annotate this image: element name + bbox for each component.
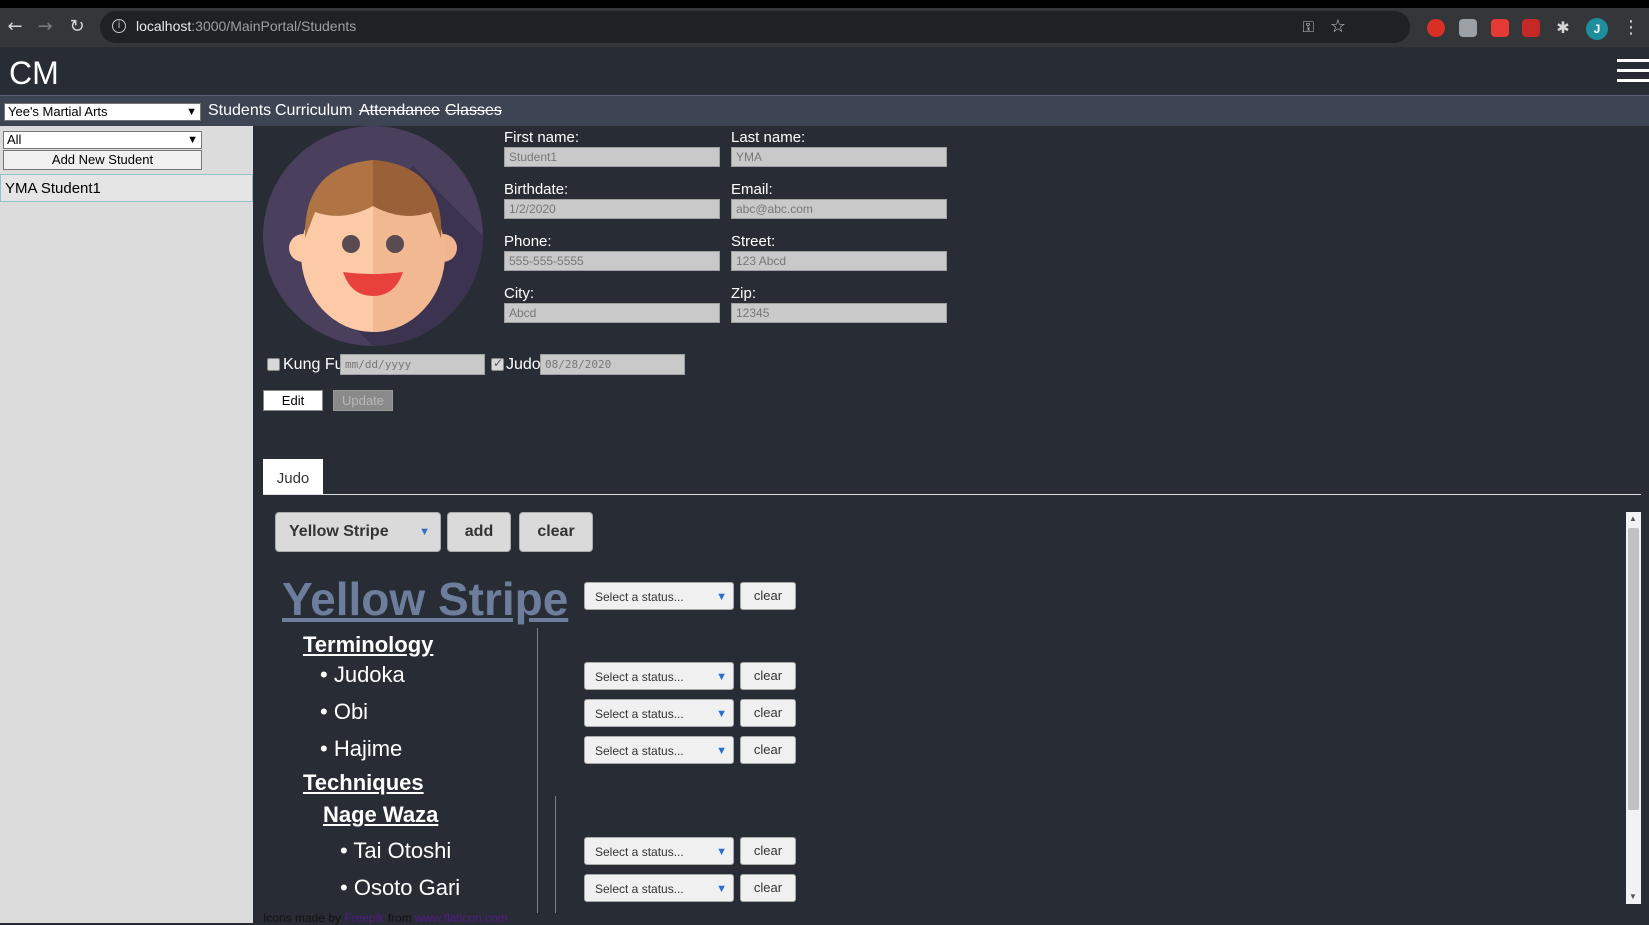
student-filter-select[interactable]: All ▼: [3, 131, 202, 149]
chevron-down-icon: ▼: [187, 134, 198, 146]
street-label: Street:: [731, 233, 776, 250]
section-title[interactable]: Nage Waza: [323, 802, 438, 828]
password-key-icon[interactable]: ⚿: [1303, 18, 1314, 36]
status-select[interactable]: Select a status... ▼: [584, 837, 734, 865]
last-name-label: Last name:: [731, 129, 806, 146]
email-input[interactable]: abc@abc.com: [731, 199, 947, 219]
browser-menu-icon[interactable]: ⋮: [1622, 17, 1640, 38]
chevron-down-icon: ▼: [716, 591, 727, 603]
clear-button[interactable]: clear: [740, 736, 796, 764]
site-info-icon[interactable]: i: [112, 19, 126, 33]
street-input[interactable]: 123 Abcd: [731, 251, 947, 271]
list-item: • Tai Otoshi: [340, 838, 452, 863]
main-nav: Yee's Martial Arts ▼ Students Curriculum …: [0, 95, 1649, 126]
reload-icon[interactable]: ↻: [66, 16, 88, 38]
url-text[interactable]: localhost:3000/MainPortal/Students: [136, 18, 356, 34]
list-item: • Judoka: [320, 662, 405, 687]
kung-fu-date-input[interactable]: mm/dd/yyyy: [340, 354, 485, 375]
extensions-puzzle-icon[interactable]: ✱: [1552, 17, 1574, 39]
clear-button[interactable]: clear: [740, 662, 796, 690]
status-select[interactable]: Select a status... ▼: [584, 736, 734, 764]
rank-select[interactable]: Yellow Stripe ▼: [275, 512, 441, 552]
list-item: • Obi: [320, 699, 369, 724]
window-top-strip: [0, 0, 1649, 8]
first-name-label: First name:: [504, 129, 580, 146]
status-select[interactable]: Select a status... ▼: [584, 662, 734, 690]
chevron-down-icon: ▼: [716, 883, 727, 895]
nav-students[interactable]: Students: [208, 102, 271, 120]
browser-toolbar: ← → ↻ i localhost:3000/MainPortal/Studen…: [0, 8, 1649, 47]
status-select[interactable]: Select a status... ▼: [584, 699, 734, 727]
judo-date-input[interactable]: 08/28/2020: [540, 354, 685, 375]
nav-attendance[interactable]: Attendance: [359, 102, 440, 120]
extension-shield-icon[interactable]: [1427, 19, 1445, 37]
clear-button[interactable]: clear: [740, 582, 796, 610]
edit-button[interactable]: Edit: [263, 390, 323, 411]
hamburger-menu-icon[interactable]: [1617, 59, 1649, 83]
profile-avatar[interactable]: J: [1586, 18, 1608, 40]
phone-label: Phone:: [504, 233, 552, 250]
student-avatar-icon: [263, 126, 483, 346]
chevron-down-icon: ▼: [419, 526, 430, 538]
update-button[interactable]: Update: [333, 390, 393, 411]
clear-rank-button[interactable]: clear: [519, 512, 593, 552]
kung-fu-checkbox[interactable]: [267, 358, 280, 371]
phone-input[interactable]: 555-555-5555: [504, 251, 720, 271]
student-sidebar: All ▼ Add New Student YMA Student1: [0, 126, 253, 923]
tab-judo[interactable]: Judo: [263, 459, 323, 495]
scrollbar-thumb[interactable]: [1628, 528, 1639, 810]
app-header: CM: [0, 47, 1649, 95]
kung-fu-label: Kung Fu: [283, 356, 344, 373]
zip-input[interactable]: 12345: [731, 303, 947, 323]
tree-guide-line: [537, 628, 538, 913]
last-name-input[interactable]: YMA: [731, 147, 947, 167]
bookmark-star-icon[interactable]: ☆: [1330, 16, 1346, 37]
extension-grey-icon[interactable]: [1459, 19, 1477, 37]
scroll-down-icon[interactable]: ▼: [1629, 892, 1637, 901]
chevron-down-icon: ▼: [716, 708, 727, 720]
birthdate-label: Birthdate:: [504, 181, 569, 198]
extension-red-badge-icon[interactable]: [1491, 19, 1509, 37]
student-list-item[interactable]: YMA Student1: [0, 174, 253, 202]
tab-divider: [263, 494, 1641, 495]
extension-red-square-icon[interactable]: [1522, 19, 1540, 37]
status-select[interactable]: Select a status... ▼: [584, 582, 734, 610]
back-arrow-icon[interactable]: ←: [4, 16, 26, 38]
birthdate-input[interactable]: 1/2/2020: [504, 199, 720, 219]
clear-button[interactable]: clear: [740, 874, 796, 902]
nav-curriculum[interactable]: Curriculum: [275, 102, 352, 120]
chevron-down-icon: ▼: [716, 846, 727, 858]
curriculum-scrollbar[interactable]: ▲ ▼: [1626, 512, 1641, 904]
email-label: Email:: [731, 181, 773, 198]
city-label: City:: [504, 285, 534, 302]
judo-checkbox[interactable]: [491, 356, 504, 371]
section-title[interactable]: Techniques: [303, 770, 424, 796]
clear-button[interactable]: clear: [740, 699, 796, 727]
forward-arrow-icon[interactable]: →: [34, 16, 56, 38]
list-item: • Hajime: [320, 736, 403, 761]
nav-classes[interactable]: Classes: [445, 102, 502, 120]
judo-label: Judo: [506, 356, 541, 373]
chevron-down-icon: ▼: [186, 106, 197, 118]
section-title[interactable]: Terminology: [303, 632, 433, 658]
status-select[interactable]: Select a status... ▼: [584, 874, 734, 902]
add-rank-button[interactable]: add: [447, 512, 511, 552]
tree-guide-line: [555, 796, 556, 913]
chevron-down-icon: ▼: [716, 745, 727, 757]
add-new-student-button[interactable]: Add New Student: [3, 150, 202, 170]
list-item: • Osoto Gari: [340, 875, 461, 900]
scroll-up-icon[interactable]: ▲: [1629, 514, 1637, 523]
chevron-down-icon: ▼: [716, 671, 727, 683]
clear-button[interactable]: clear: [740, 837, 796, 865]
rank-title[interactable]: Yellow Stripe: [282, 572, 568, 626]
address-bar[interactable]: i localhost:3000/MainPortal/Students ⚿ ☆: [100, 11, 1410, 43]
school-select[interactable]: Yee's Martial Arts ▼: [4, 103, 201, 121]
student-detail: First name: Student1 Last name: YMA Birt…: [253, 126, 1649, 925]
first-name-input[interactable]: Student1: [504, 147, 720, 167]
zip-label: Zip:: [731, 285, 757, 302]
brand-logo[interactable]: CM: [9, 55, 59, 92]
city-input[interactable]: Abcd: [504, 303, 720, 323]
